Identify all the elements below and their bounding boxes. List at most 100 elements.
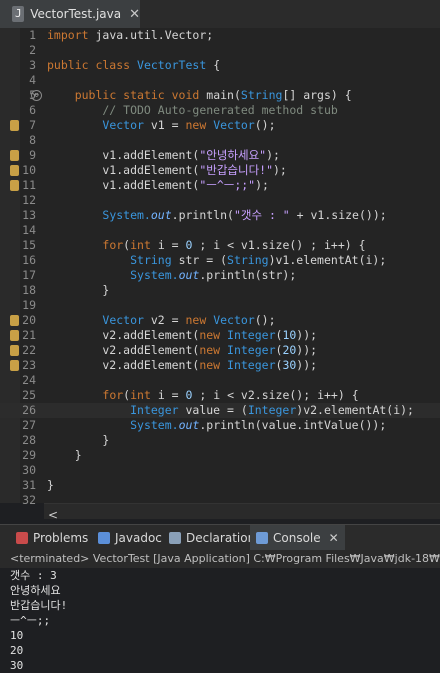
line-number: 4 — [29, 73, 36, 87]
line-number: 8 — [29, 133, 36, 147]
tab-label: Declaration — [186, 531, 256, 545]
line-number: 28 — [22, 433, 36, 447]
code-editor[interactable]: 1 import java.util.Vector; 2 3 public class … — [0, 28, 440, 507]
code-line-14[interactable]: 14 — [0, 223, 440, 238]
code-line-26[interactable]: 26 Integer value = (Integer)v2.elementAt… — [0, 403, 440, 418]
code-line-29[interactable]: 29 } — [0, 448, 440, 463]
line-number: 15 — [22, 238, 36, 252]
code-text: v2.addElement(new Integer(20)); — [47, 343, 318, 357]
code-text: for(int i = 0 ; i < v2.size(); i++) { — [102, 388, 359, 402]
code-line-27[interactable]: 27 System.out.println(value.intValue()); — [0, 418, 440, 433]
warning-icon[interactable] — [10, 165, 19, 176]
console-output-line: 20 — [10, 644, 24, 657]
code-text: // TODO Auto-generated method stub — [47, 103, 338, 117]
code-line-22[interactable]: 22 v2.addElement(new Integer(20)); — [0, 343, 440, 358]
tab-label: Javadoc — [115, 531, 162, 545]
console-tab-bar: Problems Javadoc Declaration Console ✕ — [0, 524, 440, 551]
code-line-15[interactable]: 15 for(int i = 0 ; i < v1.size() ; i++) … — [0, 238, 440, 253]
warning-icon[interactable] — [10, 120, 19, 131]
code-line-1[interactable]: 1 import java.util.Vector; — [0, 28, 440, 43]
code-line-31[interactable]: 31} — [0, 478, 440, 493]
code-line-30[interactable]: 30 — [0, 463, 440, 478]
tab-problems[interactable]: Problems — [10, 525, 94, 551]
line-number: 26 — [22, 403, 36, 417]
horizontal-scrollbar[interactable]: < — [44, 503, 440, 522]
line-number: 24 — [22, 373, 36, 387]
code-text: System.out.println(str); — [130, 268, 297, 282]
warning-icon[interactable] — [10, 345, 19, 356]
code-line-12[interactable]: 12 — [0, 193, 440, 208]
code-line-3[interactable]: 3 public class VectorTest { — [0, 58, 440, 73]
javadoc-icon — [98, 532, 110, 544]
line-number: 29 — [22, 448, 36, 462]
console-output-line: 30 — [10, 659, 24, 672]
code-line-5[interactable]: 5 ⊖ public static void main(String[] args… — [0, 88, 440, 103]
warning-icon[interactable] — [10, 360, 19, 371]
code-text: String str = (String)v1.elementAt(i); — [130, 253, 387, 267]
line-number: 11 — [22, 178, 36, 192]
line-number: 32 — [22, 493, 36, 507]
code-line-16[interactable]: 16 String str = (String)v1.elementAt(i); — [0, 253, 440, 268]
tab-vectortest-java[interactable]: VectorTest.java ✕ — [0, 0, 140, 28]
console-output-line: 10 — [10, 629, 24, 642]
code-text: v1.addElement("ㅡ^ㅡ;;"); — [47, 178, 269, 192]
console-icon — [256, 532, 268, 544]
console-output-line: 안녕하세요 — [10, 584, 61, 597]
code-line-19[interactable]: 19 — [0, 298, 440, 313]
console-output-line: 반갑습니다! — [10, 599, 68, 612]
code-line-4[interactable]: 4 — [0, 73, 440, 88]
editor-tab-bar: VectorTest.java ✕ — [0, 0, 440, 29]
warning-icon[interactable] — [10, 315, 19, 326]
close-icon[interactable]: ✕ — [129, 7, 140, 22]
line-number: 18 — [22, 283, 36, 297]
code-text: Vector v1 = new Vector(); — [102, 118, 276, 132]
line-number: 14 — [22, 223, 36, 237]
code-line-21[interactable]: 21 v2.addElement(new Integer(10)); — [0, 328, 440, 343]
code-line-23[interactable]: 23 v2.addElement(new Integer(30)); — [0, 358, 440, 373]
tab-label: Problems — [33, 531, 89, 545]
code-text: } — [47, 433, 110, 447]
code-line-24[interactable]: 24 — [0, 373, 440, 388]
tab-javadoc[interactable]: Javadoc — [92, 525, 168, 551]
code-line-28[interactable]: 28 } — [0, 433, 440, 448]
line-number: 9 — [29, 148, 36, 162]
code-line-17[interactable]: 17 System.out.println(str); — [0, 268, 440, 283]
line-number: 1 — [29, 28, 36, 42]
tab-console[interactable]: Console ✕ — [250, 525, 345, 551]
code-text: public static void main(String[] args) { — [74, 88, 352, 102]
line-number: 30 — [22, 463, 36, 477]
line-number: 2 — [29, 43, 36, 57]
code-line-13[interactable]: 13 System.out.println("갯수 : " + v1.size(… — [0, 208, 440, 223]
code-text: v2.addElement(new Integer(30)); — [47, 358, 318, 372]
warning-icon[interactable] — [10, 330, 19, 341]
line-number: 21 — [22, 328, 36, 342]
code-line-6[interactable]: 6 // TODO Auto-generated method stub — [0, 103, 440, 118]
warning-icon[interactable] — [10, 180, 19, 191]
tab-title: VectorTest.java — [30, 7, 122, 21]
code-line-8[interactable]: 8 — [0, 133, 440, 148]
fold-icon[interactable]: ⊖ — [31, 90, 42, 101]
code-text: v1.addElement("안녕하세요"); — [47, 148, 280, 162]
code-line-18[interactable]: 18 } — [0, 283, 440, 298]
tab-declaration[interactable]: Declaration — [163, 525, 261, 551]
code-line-10[interactable]: 10 v1.addElement("반갑습니다!"); — [0, 163, 440, 178]
line-number: 27 — [22, 418, 36, 432]
code-line-9[interactable]: 9 v1.addElement("안녕하세요"); — [0, 148, 440, 163]
code-text: Vector v2 = new Vector(); — [102, 313, 276, 327]
code-line-11[interactable]: 11 v1.addElement("ㅡ^ㅡ;;"); — [0, 178, 440, 193]
line-number: 6 — [29, 103, 36, 117]
close-icon[interactable]: ✕ — [329, 531, 339, 545]
code-text: for(int i = 0 ; i < v1.size() ; i++) { — [102, 238, 366, 252]
line-number: 20 — [22, 313, 36, 327]
code-line-20[interactable]: 20 Vector v2 = new Vector(); — [0, 313, 440, 328]
declaration-icon — [169, 532, 181, 544]
code-line-25[interactable]: 25 for(int i = 0 ; i < v2.size(); i++) { — [0, 388, 440, 403]
line-number: 19 — [22, 298, 36, 312]
warning-icon[interactable] — [10, 150, 19, 161]
scroll-left-icon[interactable]: < — [48, 508, 58, 522]
code-text: public class VectorTest { — [47, 58, 221, 72]
code-line-2[interactable]: 2 — [0, 43, 440, 58]
tab-label: Console — [273, 531, 321, 545]
code-line-7[interactable]: 7 Vector v1 = new Vector(); — [0, 118, 440, 133]
console-output: 갯수 : 3 안녕하세요 반갑습니다! ㅡ^ㅡ;; 10 20 30 — [10, 568, 67, 673]
